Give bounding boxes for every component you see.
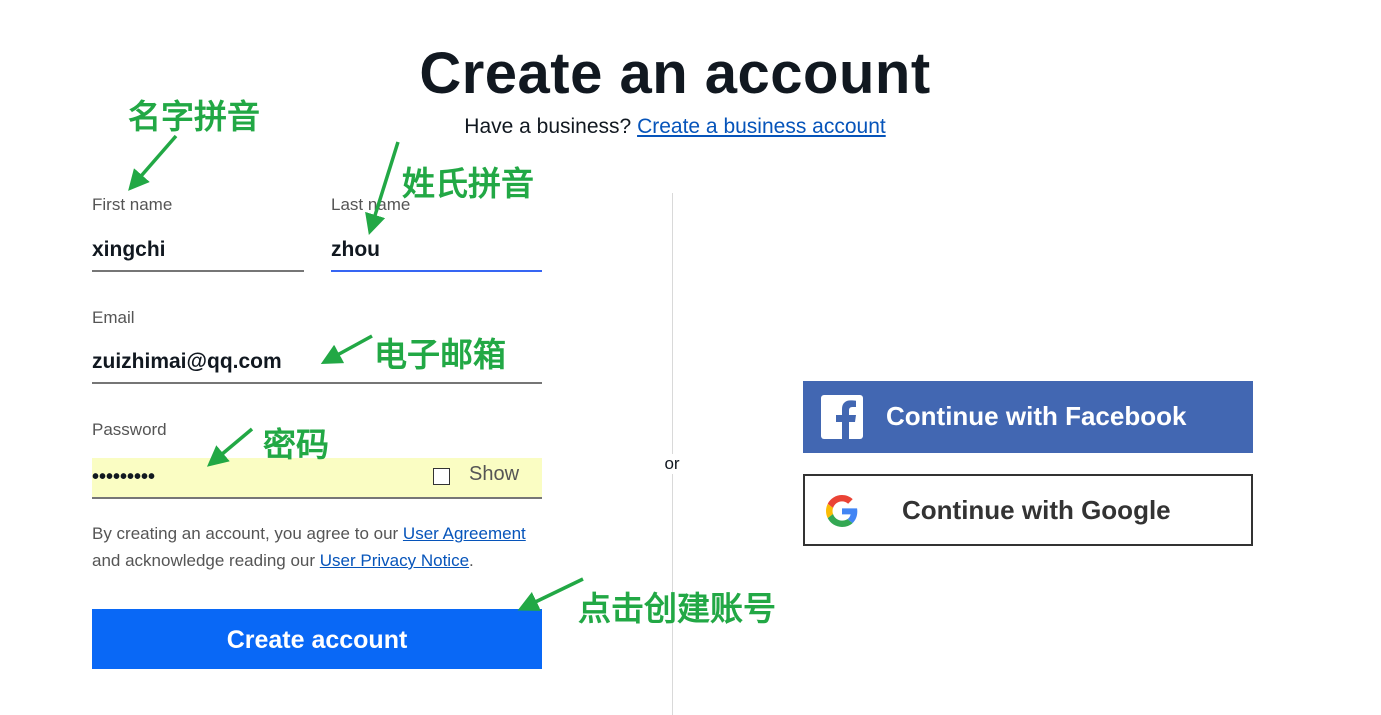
facebook-icon — [821, 395, 863, 439]
business-prompt-text: Have a business? — [464, 115, 632, 138]
first-name-input[interactable] — [92, 238, 304, 272]
legal-notice: By creating an account, you agree to our… — [92, 520, 532, 574]
password-value: ••••••••• — [92, 466, 156, 488]
password-label: Password — [92, 420, 167, 439]
legal-text-3: . — [469, 551, 474, 570]
arrow-password — [206, 427, 254, 467]
annotation-last-name: 姓氏拼音 — [402, 164, 534, 203]
user-agreement-link[interactable]: User Agreement — [403, 524, 526, 543]
facebook-button-label: Continue with Facebook — [886, 401, 1187, 431]
create-account-button[interactable]: Create account — [92, 609, 542, 669]
email-label: Email — [92, 308, 135, 327]
continue-with-facebook-button[interactable]: Continue with Facebook — [803, 381, 1253, 453]
or-separator: or — [657, 454, 687, 474]
annotation-email: 电子邮箱 — [374, 335, 506, 374]
first-name-label: First name — [92, 195, 173, 214]
legal-text-1: By creating an account, you agree to our — [92, 524, 403, 543]
annotation-password: 密码 — [263, 425, 329, 464]
create-business-account-link[interactable]: Create a business account — [637, 115, 886, 138]
user-privacy-notice-link[interactable]: User Privacy Notice — [320, 551, 469, 570]
arrow-create — [517, 577, 584, 611]
continue-with-google-button[interactable]: Continue with Google — [803, 474, 1253, 546]
legal-text-2: and acknowledge reading our — [92, 551, 320, 570]
google-button-label: Continue with Google — [902, 495, 1171, 525]
last-name-label: Last name — [331, 195, 411, 214]
show-password-label[interactable]: Show — [469, 463, 519, 486]
annotation-create: 点击创建账号 — [578, 589, 776, 628]
show-password-checkbox[interactable] — [433, 468, 450, 485]
last-name-input[interactable] — [331, 238, 542, 272]
arrow-first-name — [128, 134, 178, 191]
google-icon — [826, 495, 858, 527]
annotation-first-name: 名字拼音 — [128, 97, 260, 136]
